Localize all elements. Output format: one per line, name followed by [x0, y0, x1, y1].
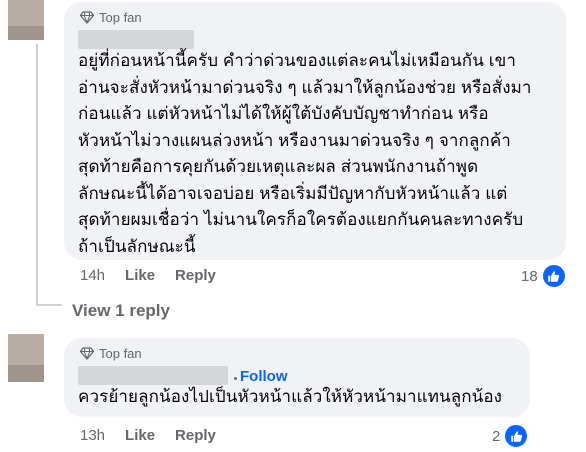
diamond-badge-icon — [80, 347, 94, 360]
reaction-summary[interactable]: 2 — [492, 423, 530, 449]
badge-label: Top fan — [99, 346, 142, 361]
comment-timestamp[interactable]: 14h — [80, 267, 105, 284]
comment-text-line: สุดท้ายผมเชื่อว่า ไม่นานใครก็อใครต้องแยก… — [78, 210, 524, 229]
comment-text-line: ลักษณะนี้ได้อาจเจอบ่อย หรือเริ่มมีปัญหาก… — [78, 183, 508, 203]
top-fan-badge: Top fan — [80, 346, 142, 361]
top-fan-badge: Top fan — [80, 10, 142, 25]
comment-actions: 13h Like Reply — [80, 427, 236, 444]
reply-button[interactable]: Reply — [175, 427, 216, 444]
commenter-avatar[interactable] — [8, 334, 44, 382]
thumbs-up-icon — [540, 263, 567, 289]
follow-button[interactable]: Follow — [240, 368, 288, 385]
thread-line-vertical — [36, 44, 38, 306]
comment-text-line: ควรย้ายลูกน้องไปเป็นหัวหน้าแล้วให้หัวหน้… — [78, 387, 503, 406]
comment-text: อยู่ที่ก่อนหน้านี้ครับ คำว่าด่วนของแต่ละ… — [78, 48, 532, 260]
like-button[interactable]: Like — [125, 427, 155, 444]
commenter-name[interactable] — [78, 30, 194, 49]
comment-text-line: สุดท้ายคือการคุยกันด้วยเหตุและผล ส่วนพนั… — [78, 157, 479, 176]
view-replies-link[interactable]: View 1 reply — [72, 301, 170, 321]
diamond-badge-icon — [80, 11, 94, 24]
comment-text-line: ถ้าเป็นลักษณะนี้ — [78, 236, 196, 256]
separator-dot — [234, 377, 237, 380]
comment-text-line: อยู่ที่ก่อนหน้านี้ครับ คำว่าด่วนของแต่ละ… — [78, 51, 517, 70]
thumbs-up-icon — [503, 423, 530, 449]
reaction-count: 2 — [492, 427, 501, 445]
like-button[interactable]: Like — [125, 267, 155, 284]
comment-text: ควรย้ายลูกน้องไปเป็นหัวหน้าแล้วให้หัวหน้… — [78, 384, 502, 411]
comment-text-line: อ่านจะสั่งหัวหน้ามาด่วนจริง ๆ แล้วมาให้ล… — [78, 77, 532, 97]
comment-timestamp[interactable]: 13h — [80, 427, 105, 444]
comment-text-line: ก่อนแล้ว แต่หัวหน้าไม่ได้ให้ผู้ใต้บังคับ… — [78, 104, 489, 123]
commenter-name[interactable] — [78, 366, 228, 385]
commenter-avatar[interactable] — [8, 0, 44, 40]
comment-actions: 14h Like Reply — [80, 267, 236, 284]
comment-text-line: หัวหน้าไม่วางแผนล่วงหน้า หรืองานมาด่วนจร… — [78, 130, 511, 150]
reaction-count: 18 — [521, 267, 538, 285]
thread-line-branch — [36, 304, 62, 306]
badge-label: Top fan — [99, 10, 142, 25]
reply-button[interactable]: Reply — [175, 267, 216, 284]
reaction-summary[interactable]: 18 — [521, 263, 567, 289]
